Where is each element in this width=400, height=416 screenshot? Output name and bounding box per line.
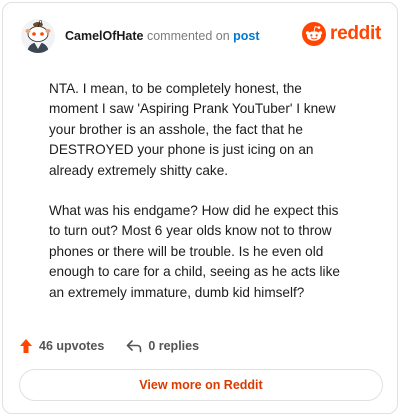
comment-body: NTA. I mean, to be completely honest, th… [49, 79, 349, 323]
view-more-button[interactable]: View more on Reddit [19, 369, 383, 401]
reddit-logo-icon [302, 22, 327, 46]
replies-stat[interactable]: 0 replies [126, 339, 199, 353]
reddit-logo[interactable]: reddit [302, 22, 381, 46]
upvotes-stat[interactable]: 46 upvotes [19, 338, 104, 354]
comment-header: CamelOfHate commented on post reddit [21, 19, 381, 53]
upvote-arrow-icon [20, 339, 32, 353]
comment-paragraph: What was his endgame? How did he expect … [49, 203, 340, 300]
post-link[interactable]: post [233, 29, 259, 43]
comment-card: CamelOfHate commented on post reddit NTA… [2, 2, 398, 414]
comment-paragraph: NTA. I mean, to be completely honest, th… [49, 81, 336, 178]
username-link[interactable]: CamelOfHate [65, 29, 144, 43]
reddit-wordmark: reddit [330, 23, 381, 44]
snoo-avatar-icon[interactable] [21, 19, 55, 53]
comment-stats: 46 upvotes 0 replies [19, 337, 199, 355]
byline-action: commented on [146, 29, 230, 43]
reply-arrow-icon [127, 340, 142, 353]
replies-count: 0 replies [148, 339, 200, 353]
upvotes-count: 46 upvotes [39, 339, 105, 353]
comment-byline: CamelOfHate commented on post [65, 28, 260, 44]
